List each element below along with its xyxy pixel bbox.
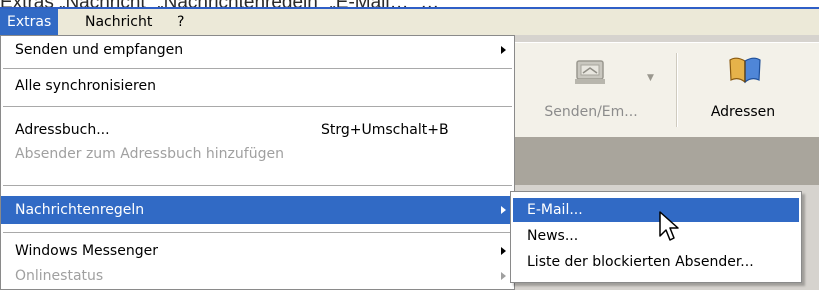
message-rules-submenu: E-Mail... News... Liste der blockierten … — [510, 191, 802, 283]
menu-item-message-rules[interactable]: Nachrichtenregeln — [1, 196, 514, 224]
submenu-item-news[interactable]: News... — [513, 224, 799, 248]
submenu-arrow-icon — [501, 46, 506, 54]
menu-item-online-status[interactable]: Onlinestatus — [1, 262, 514, 290]
mouse-pointer-icon — [659, 211, 679, 241]
menu-nachricht[interactable]: Nachricht — [78, 9, 159, 35]
menu-item-add-sender[interactable]: Absender zum Adressbuch hinzufügen — [1, 140, 514, 168]
send-receive-label: Senden/Em... — [544, 104, 638, 120]
submenu-item-email[interactable]: E-Mail... — [513, 198, 799, 222]
send-receive-icon — [575, 60, 605, 84]
submenu-item-label: News... — [527, 228, 579, 244]
menu-help[interactable]: ? — [170, 9, 191, 35]
menu-item-send-receive[interactable]: Senden und empfangen — [1, 36, 514, 64]
menu-separator — [3, 68, 512, 69]
submenu-item-label: Liste der blockierten Absender... — [527, 254, 754, 270]
menu-bar: Extras Nachricht ? — [0, 9, 819, 35]
menu-extras[interactable]: Extras — [0, 9, 59, 35]
extras-menu: Senden und empfangen Alle synchronisiere… — [0, 35, 515, 290]
folder-bar — [515, 137, 819, 185]
submenu-item-blocked-senders[interactable]: Liste der blockierten Absender... — [513, 250, 799, 274]
menu-separator — [3, 106, 512, 107]
main-toolbar: ▼ Senden/Em... Adressen — [515, 42, 819, 138]
toolbar-separator — [676, 53, 678, 127]
menu-item-sync-all[interactable]: Alle synchronisieren — [1, 72, 514, 100]
addresses-label: Adressen — [710, 104, 776, 120]
send-receive-button[interactable]: ▼ Senden/Em... — [515, 43, 667, 138]
submenu-arrow-icon — [501, 272, 506, 280]
menu-separator — [3, 185, 512, 186]
submenu-arrow-icon — [501, 247, 506, 255]
menu-item-label: Windows Messenger — [15, 243, 158, 259]
menu-item-windows-messenger[interactable]: Windows Messenger — [1, 237, 514, 265]
menu-item-label: Onlinestatus — [15, 268, 104, 284]
dropdown-arrow-icon[interactable]: ▼ — [647, 73, 654, 83]
addresses-button[interactable]: Adressen — [683, 43, 803, 138]
submenu-arrow-icon — [501, 206, 506, 214]
menu-item-label: Senden und empfangen — [15, 42, 184, 58]
menu-item-label: Absender zum Adressbuch hinzufügen — [15, 146, 284, 162]
menu-item-label: Alle synchronisieren — [15, 78, 156, 94]
submenu-item-label: E-Mail... — [527, 202, 583, 218]
menu-separator — [3, 232, 512, 233]
menu-item-label: Nachrichtenregeln — [15, 202, 145, 218]
address-book-icon — [729, 57, 761, 84]
